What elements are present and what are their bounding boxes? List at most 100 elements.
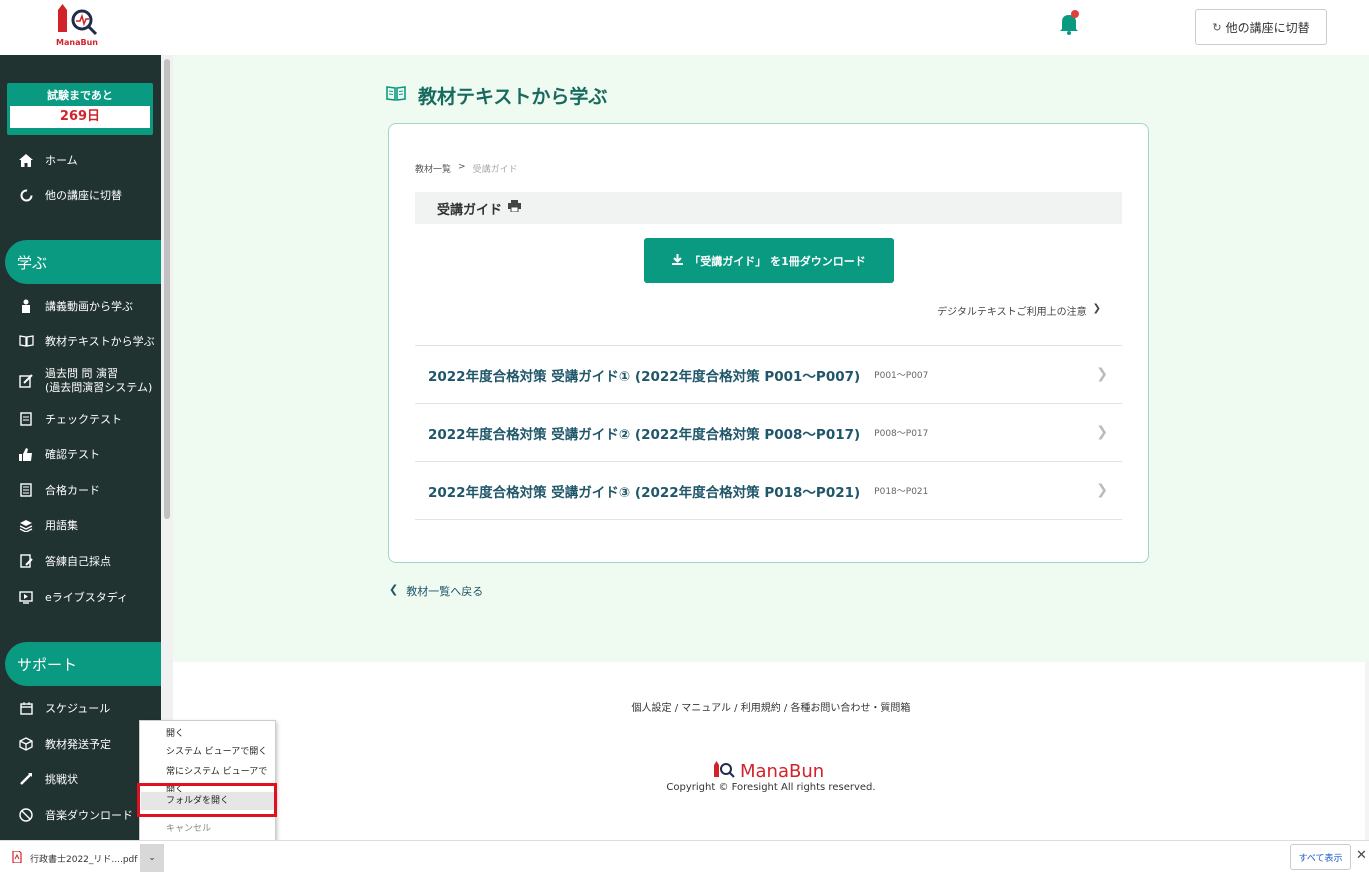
checklist-icon xyxy=(18,411,34,427)
chevron-right-icon: ❯ xyxy=(1096,482,1108,498)
chevron-right-icon: ❯ xyxy=(1092,303,1101,314)
sidebar-item-label: eライブスタディ xyxy=(45,591,128,604)
box-icon xyxy=(18,736,34,752)
guide-header: 受講ガイド xyxy=(415,192,1122,224)
menu-item-always-open-system-viewer[interactable]: 常にシステム ビューアで開く xyxy=(141,763,274,795)
back-link-label: 教材一覧へ戻る xyxy=(406,585,484,598)
footer-logo: ManaBun xyxy=(712,760,824,783)
guide-item-pages: P018～P021 xyxy=(874,487,929,497)
glossary-icon xyxy=(18,517,34,533)
sidebar-item-label: 講義動画から学ぶ xyxy=(45,300,133,313)
sidebar-item-glossary[interactable]: 用語集 xyxy=(0,510,161,540)
sidebar-item-label: 用語集 xyxy=(45,519,78,532)
section-support-heading: サポート xyxy=(5,642,161,686)
breadcrumb-current: 受講ガイド xyxy=(472,165,518,175)
sidebar-item-label: 過去問 問 演習 (過去問演習システム) xyxy=(45,367,153,394)
sidebar-item-label: チェックテスト xyxy=(45,413,122,426)
download-guide-button[interactable]: 「受講ガイド」 を1冊ダウンロード xyxy=(644,238,894,283)
book-icon xyxy=(18,333,34,349)
menu-item-open[interactable]: 開く xyxy=(141,725,274,743)
page-title-text: 教材テキストから学ぶ xyxy=(418,85,608,108)
sidebar-item-material-shipping[interactable]: 教材発送予定 xyxy=(0,729,161,759)
page-title: 教材テキストから学ぶ xyxy=(386,80,607,110)
downloaded-file[interactable]: 行政書士2022_リド....pdf xyxy=(12,847,137,869)
guide-title: 受講ガイド xyxy=(437,202,503,218)
back-to-material-list-link[interactable]: ❮ 教材一覧へ戻る xyxy=(389,583,483,599)
sidebar-item-label: 答練自己採点 xyxy=(45,555,111,568)
sidebar-item-check-test[interactable]: チェックテスト xyxy=(0,404,161,434)
digital-text-notice-link[interactable]: デジタルテキストご利用上の注意 ❯ xyxy=(937,303,1101,318)
chevron-left-icon: ❮ xyxy=(389,583,399,596)
guide-item-pages: P008～P017 xyxy=(874,429,929,439)
guide-item-title: 2022年度合格対策 受講ガイド② (2022年度合格対策 P008～P017) xyxy=(428,426,861,443)
sidebar-item-label: 音楽ダウンロード xyxy=(45,809,133,822)
sidebar-item-label: 他の講座に切替 xyxy=(45,189,122,202)
download-guide-label: 「受講ガイド」 を1冊ダウンロード xyxy=(689,254,866,268)
sidebar-item-switch-course[interactable]: 他の講座に切替 xyxy=(0,180,161,210)
chevron-right-icon: ❯ xyxy=(1096,366,1108,382)
manabun-logo-icon xyxy=(712,760,736,783)
live-icon xyxy=(18,589,34,605)
breadcrumb-material-list[interactable]: 教材一覧 xyxy=(415,162,451,175)
book-icon xyxy=(386,84,406,106)
switch-course-button[interactable]: ↻ 他の講座に切替 xyxy=(1195,9,1327,45)
manabun-logo[interactable]: ManaBun xyxy=(52,4,102,50)
download-context-menu: 開く システム ビューアで開く 常にシステム ビューアで開く フォルダを開く キ… xyxy=(139,720,276,842)
teacher-icon xyxy=(18,298,34,314)
digital-text-notice-label: デジタルテキストご利用上の注意 xyxy=(937,307,1087,318)
material-card: 教材一覧 > 受講ガイド 受講ガイド 「受講ガイド」 を1冊ダウンロード デジタ… xyxy=(388,123,1149,563)
sidebar-item-label: 合格カード xyxy=(45,484,100,497)
exam-countdown: 試験まであと 269日 xyxy=(7,83,153,135)
pdf-icon xyxy=(12,849,22,866)
edit-icon xyxy=(18,373,34,389)
show-all-downloads-button[interactable]: すべて表示 xyxy=(1290,844,1351,870)
guide-list: 2022年度合格対策 受講ガイド① (2022年度合格対策 P001～P007)… xyxy=(415,345,1122,520)
breadcrumb: 教材一覧 > 受講ガイド xyxy=(415,162,518,175)
download-bar: 行政書士2022_リド....pdf ⌄ すべて表示 ✕ xyxy=(0,840,1369,875)
printer-icon[interactable] xyxy=(508,200,522,216)
sidebar-item-text-learning[interactable]: 教材テキストから学ぶ xyxy=(0,326,161,356)
thumbs-up-icon xyxy=(18,446,34,462)
scrollbar-thumb[interactable] xyxy=(164,59,170,519)
sidebar: 試験まであと 269日 ホーム 他の講座に切替 学ぶ 講義動画から学ぶ 教材テキ… xyxy=(0,55,161,840)
sidebar-item-home[interactable]: ホーム xyxy=(0,145,161,175)
close-icon[interactable]: ✕ xyxy=(1356,848,1367,863)
refresh-icon: ↻ xyxy=(1212,20,1222,34)
refresh-icon xyxy=(18,187,34,203)
sidebar-item-past-exam[interactable]: 過去問 問 演習 (過去問演習システム) xyxy=(0,361,161,401)
sidebar-item-e-live-study[interactable]: eライブスタディ xyxy=(0,582,161,612)
guide-list-item[interactable]: 2022年度合格対策 受講ガイド③ (2022年度合格対策 P018～P021)… xyxy=(415,462,1122,520)
switch-course-label: 他の講座に切替 xyxy=(1225,20,1310,35)
top-header: ManaBun ↻ 他の講座に切替 xyxy=(0,0,1369,55)
score-icon xyxy=(18,553,34,569)
menu-item-open-system-viewer[interactable]: システム ビューアで開く xyxy=(141,743,274,761)
guide-item-title: 2022年度合格対策 受講ガイド③ (2022年度合格対策 P018～P021) xyxy=(428,484,861,501)
download-icon xyxy=(672,253,684,268)
guide-list-item[interactable]: 2022年度合格対策 受講ガイド① (2022年度合格対策 P001～P007)… xyxy=(415,346,1122,404)
sidebar-item-label: 教材テキストから学ぶ xyxy=(45,335,155,348)
sidebar-item-label: ホーム xyxy=(45,154,78,167)
download-options-button[interactable]: ⌄ xyxy=(140,844,164,872)
open-folder-highlight-box xyxy=(137,783,277,817)
chevron-right-icon: ❯ xyxy=(1096,424,1108,440)
sidebar-item-self-score[interactable]: 答練自己採点 xyxy=(0,546,161,576)
footer-logo-text: ManaBun xyxy=(740,761,825,782)
countdown-value: 269日 xyxy=(10,106,150,128)
countdown-label: 試験まであと xyxy=(47,89,113,102)
breadcrumb-separator: > xyxy=(458,162,466,172)
download-icon xyxy=(18,807,34,823)
footer-links[interactable]: 個人設定 / マニュアル / 利用規約 / 各種お問い合わせ・質問箱 xyxy=(0,699,1369,714)
guide-item-pages: P001～P007 xyxy=(874,371,929,381)
card-icon xyxy=(18,482,34,498)
menu-item-cancel[interactable]: キャンセル xyxy=(141,820,274,838)
logo-text: ManaBun xyxy=(56,38,98,47)
home-icon xyxy=(18,152,34,168)
sidebar-item-lecture-video[interactable]: 講義動画から学ぶ xyxy=(0,291,161,321)
sidebar-item-pass-card[interactable]: 合格カード xyxy=(0,475,161,505)
notification-bell-icon[interactable] xyxy=(1058,10,1080,36)
sidebar-item-label: 教材発送予定 xyxy=(45,738,111,751)
section-learn-heading: 学ぶ xyxy=(5,240,161,284)
sidebar-item-confirm-test[interactable]: 確認テスト xyxy=(0,439,161,469)
guide-list-item[interactable]: 2022年度合格対策 受講ガイド② (2022年度合格対策 P008～P017)… xyxy=(415,404,1122,462)
downloaded-file-name: 行政書士2022_リド....pdf xyxy=(30,854,138,865)
